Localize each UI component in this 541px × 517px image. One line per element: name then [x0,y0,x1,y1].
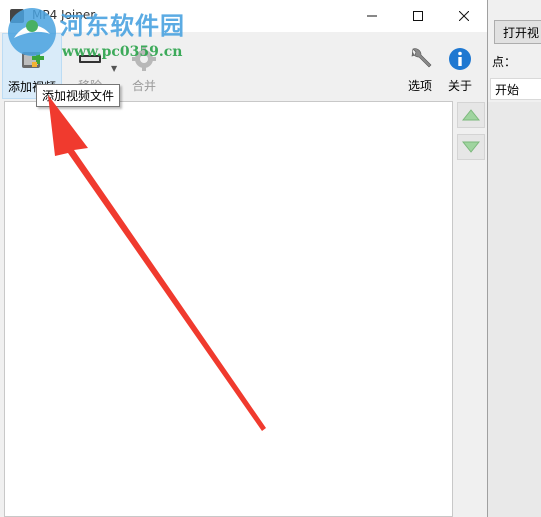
minimize-button[interactable] [349,0,395,32]
about-label: 关于 [447,79,472,93]
remove-icon [74,43,106,75]
window-title: MP4 Joiner [32,8,96,22]
merge-label: 合并 [131,79,156,93]
start-field[interactable]: 开始 [490,78,541,100]
about-button[interactable]: 关于 [440,33,480,99]
chevron-down-icon[interactable]: ▼ [111,64,117,73]
open-video-button[interactable]: 打开视 [494,20,541,44]
triangle-down-icon [462,141,480,153]
add-video-tooltip: 添加视频文件 [36,84,121,107]
background-panel [488,102,541,517]
maximize-icon [413,11,423,21]
mp4-joiner-window: MP4 Joiner 添加视频 ▼ 合并 选项 关于 [0,0,488,517]
minimize-icon [367,15,377,17]
wrench-icon [404,43,436,75]
close-icon [459,11,469,21]
maximize-button[interactable] [395,0,441,32]
close-button[interactable] [441,0,487,32]
app-icon [10,9,24,23]
add-video-icon [16,44,48,76]
video-file-list[interactable] [4,101,453,517]
options-label: 选项 [407,79,432,93]
background-app-window: 打开视 点： 开始 [488,0,541,517]
merge-button[interactable]: 合并 [120,33,168,99]
title-bar[interactable]: MP4 Joiner [0,0,487,32]
triangle-up-icon [462,109,480,121]
options-button[interactable]: 选项 [398,33,442,99]
move-up-button[interactable] [457,102,485,128]
info-icon [444,43,476,75]
move-down-button[interactable] [457,134,485,160]
point-label: 点： [492,55,517,69]
gear-icon [128,43,160,75]
